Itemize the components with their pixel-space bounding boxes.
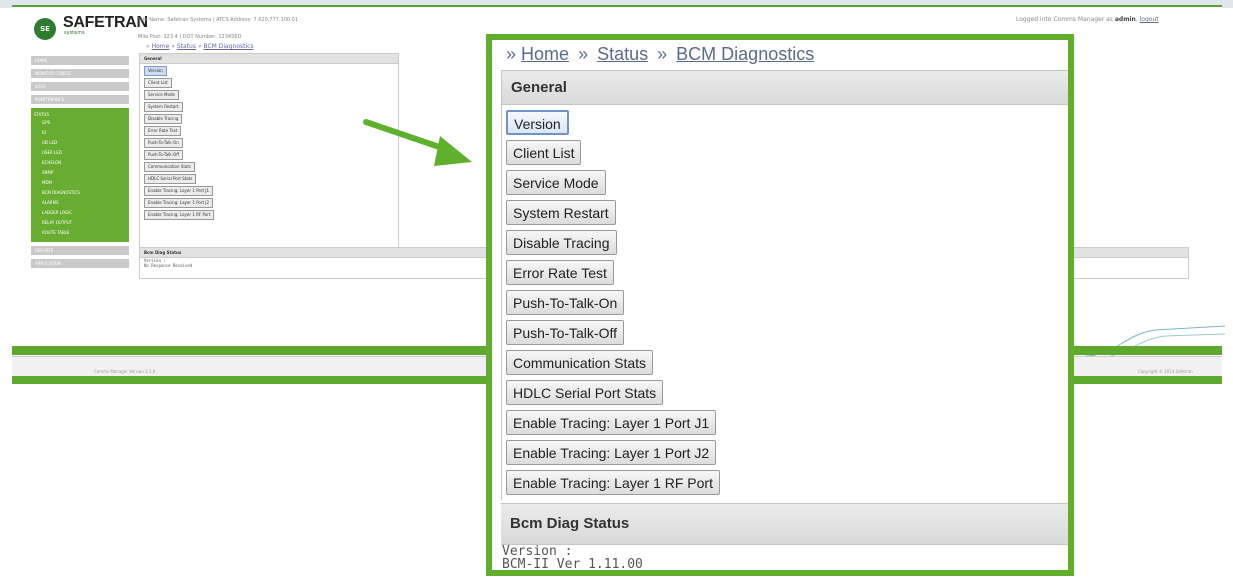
breadcrumb-home-link[interactable]: Home	[521, 44, 569, 64]
general-button-list: Version Client List Service Mode System …	[502, 105, 1068, 500]
sidebar-subitem[interactable]: ROUTE TABLE	[34, 228, 126, 238]
sidebar-subitem[interactable]: MDM	[34, 178, 126, 188]
bcm-diag-status-header-bar: Bcm Diag Status	[501, 503, 1068, 545]
bg-general-header: General	[140, 54, 398, 64]
enable-tracing-j1-button[interactable]: Enable Tracing: Layer 1 Port J1	[506, 410, 717, 435]
status-version-value: BCM-II Ver 1.11.00	[502, 557, 643, 572]
sidebar-item-reports[interactable]: REPORTS	[31, 246, 129, 255]
bg-version-button[interactable]: Version	[144, 66, 167, 76]
bg-trace-rf-button[interactable]: Enable Tracing: Layer 1 RF Port	[144, 210, 215, 220]
breadcrumb-lead: »	[146, 43, 150, 50]
breadcrumb-current[interactable]: BCM Diagnostics	[203, 43, 253, 50]
sidebar-subitem[interactable]: USER LED	[34, 148, 126, 158]
sidebar-item-application[interactable]: APPLICATION	[31, 259, 129, 268]
bg-comm-stats-button[interactable]: Communication Stats	[144, 162, 196, 172]
sidebar-item-monitor-config[interactable]: MONITOR CONFIG	[31, 69, 129, 78]
push-to-talk-off-button[interactable]: Push-To-Talk-Off	[506, 320, 624, 345]
login-prefix: Logged into Comms Manager as	[1016, 16, 1113, 23]
bg-ptt-on-button[interactable]: Push-To-Talk-On	[144, 138, 183, 148]
bg-disable-tracing-button[interactable]: Disable Tracing	[144, 114, 183, 124]
sidebar-subitem[interactable]: LADDER LOGIC	[34, 208, 126, 218]
sidebar-subitem[interactable]: UD LED	[34, 138, 126, 148]
breadcrumb-lead: »	[506, 44, 517, 64]
breadcrumb-sep: »	[197, 43, 202, 50]
sidebar-status-group: STATUS GPS IO UD LED USER LED ECHELON SN…	[31, 108, 129, 242]
error-rate-test-button[interactable]: Error Rate Test	[506, 260, 614, 285]
bg-breadcrumb: » Home » Status » BCM Diagnostics	[146, 43, 254, 50]
mile-info: Mile Post: 123.4 | DOT Number: 123456D	[138, 34, 242, 40]
sidebar-item-logs[interactable]: LOGS	[31, 82, 129, 91]
breadcrumb-status-link[interactable]: Status	[597, 44, 648, 64]
sidebar-item-status[interactable]: STATUS	[34, 111, 126, 118]
breadcrumb: » Home » Status » BCM Diagnostics	[506, 44, 814, 65]
sidebar: HOME MONITOR CONFIG LOGS MAINTENANCE STA…	[31, 56, 129, 272]
bg-error-rate-test-button[interactable]: Error Rate Test	[144, 126, 182, 136]
bg-service-mode-button[interactable]: Service Mode	[144, 90, 179, 100]
breadcrumb-status-link[interactable]: Status	[177, 43, 196, 50]
sidebar-subitem[interactable]: IO	[34, 128, 126, 138]
sidebar-subitem[interactable]: ALARMS	[34, 198, 126, 208]
bg-ptt-off-button[interactable]: Push-To-Talk-Off	[144, 150, 184, 160]
hdlc-serial-port-stats-button[interactable]: HDLC Serial Port Stats	[506, 380, 664, 405]
breadcrumb-sep: »	[657, 44, 668, 64]
breadcrumb-home-link[interactable]: Home	[152, 43, 170, 50]
safetran-logo-icon: SE	[34, 18, 56, 40]
site-info: Site Name: Safetran Systems | ATCS Addre…	[138, 17, 299, 23]
bg-system-restart-button[interactable]: System Restart	[144, 102, 183, 112]
arrow-icon	[363, 119, 472, 166]
sidebar-item-maintenance[interactable]: MAINTENANCE	[31, 95, 129, 104]
breadcrumb-current-link[interactable]: BCM Diagnostics	[676, 44, 814, 64]
bg-client-list-button[interactable]: Client List	[144, 78, 172, 88]
general-panel: General Version Client List Service Mode…	[501, 70, 1068, 500]
enable-tracing-rf-button[interactable]: Enable Tracing: Layer 1 RF Port	[506, 470, 720, 495]
version-button[interactable]: Version	[506, 110, 569, 135]
push-to-talk-on-button[interactable]: Push-To-Talk-On	[506, 290, 625, 315]
zoom-callout: » Home » Status » BCM Diagnostics Genera…	[486, 34, 1074, 576]
sidebar-subitem[interactable]: ECHELON	[34, 158, 126, 168]
breadcrumb-sep: »	[171, 43, 175, 50]
footer-version: Comms Manager Version 1.5.0	[94, 369, 156, 374]
login-user: admin	[1114, 16, 1136, 23]
breadcrumb-sep: »	[578, 44, 589, 64]
sidebar-subitem[interactable]: BCM DIAGNOSTICS	[34, 188, 126, 198]
sidebar-item-home[interactable]: HOME	[31, 56, 129, 65]
bg-hdlc-stats-button[interactable]: HDLC Serial Port Stats	[144, 174, 197, 184]
system-restart-button[interactable]: System Restart	[506, 200, 616, 225]
logo-subtitle: systems	[64, 30, 85, 36]
enable-tracing-j2-button[interactable]: Enable Tracing: Layer 1 Port J2	[506, 440, 717, 465]
disable-tracing-button[interactable]: Disable Tracing	[506, 230, 617, 255]
login-status: Logged into Comms Manager as admin, logo…	[1016, 16, 1159, 23]
client-list-button[interactable]: Client List	[506, 140, 582, 165]
footer-copyright: Copyright © 2014 Safetran	[1138, 369, 1193, 374]
sidebar-subitem[interactable]: GPS	[34, 118, 126, 128]
general-header: General	[502, 70, 1068, 105]
sidebar-subitem[interactable]: SNMP	[34, 168, 126, 178]
bg-trace-j2-button[interactable]: Enable Tracing: Layer 1 Port J2	[144, 198, 214, 208]
sidebar-subitem[interactable]: RELAY OUTPUT	[34, 218, 126, 228]
bcm-diag-status-output: Version : BCM-II Ver 1.11.00	[502, 545, 643, 572]
bg-trace-j1-button[interactable]: Enable Tracing: Layer 1 Port J1	[144, 186, 214, 196]
service-mode-button[interactable]: Service Mode	[506, 170, 606, 195]
bcm-diag-status-title: Bcm Diag Status	[510, 515, 630, 532]
logout-link[interactable]: logout	[1140, 16, 1159, 23]
communication-stats-button[interactable]: Communication Stats	[506, 350, 654, 375]
